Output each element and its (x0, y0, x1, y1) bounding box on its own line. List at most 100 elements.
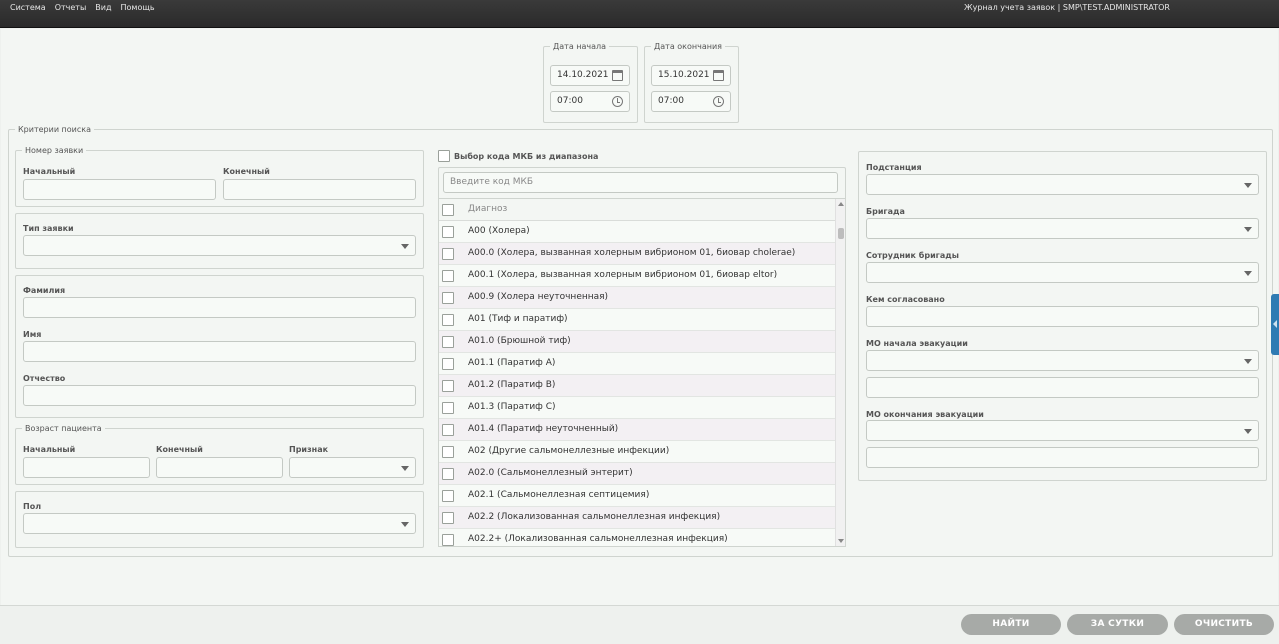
date-start-input[interactable]: 14.10.2021 (550, 65, 630, 86)
mkb-scrollbar[interactable] (835, 199, 845, 546)
age-sign-label: Признак (289, 445, 329, 454)
brigade-select[interactable] (866, 218, 1259, 239)
date-end-value: 15.10.2021 (658, 70, 710, 80)
mkb-row-checkbox[interactable] (442, 358, 454, 370)
side-panel-toggle[interactable] (1271, 294, 1279, 355)
mkb-row-checkbox[interactable] (442, 534, 454, 546)
time-start-input[interactable]: 07:00 (550, 91, 630, 112)
mkb-range-label: Выбор кода МКБ из диапазона (454, 152, 599, 161)
menu-item-view[interactable]: Вид (95, 3, 111, 12)
scroll-thumb[interactable] (838, 228, 844, 239)
mkb-header-diagnosis: Диагноз (468, 204, 508, 214)
evac-end-select[interactable] (866, 420, 1259, 441)
mkb-search-input[interactable]: Введите код МКБ (443, 172, 838, 193)
mkb-row-checkbox[interactable] (442, 314, 454, 326)
menu-item-reports[interactable]: Отчеты (55, 3, 87, 12)
calendar-icon[interactable] (713, 70, 724, 81)
mkb-row-label: A00.9 (Холера неуточненная) (468, 292, 609, 302)
mkb-row[interactable]: A00 (Холера) (439, 221, 835, 243)
mkb-row-checkbox[interactable] (442, 446, 454, 458)
find-button[interactable]: НАЙТИ (961, 614, 1061, 635)
menu-item-system[interactable]: Система (10, 3, 46, 12)
mkb-row-checkbox[interactable] (442, 424, 454, 436)
lastname-label: Фамилия (23, 286, 66, 295)
order-number-start-input[interactable] (23, 179, 216, 200)
order-number-start-label: Начальный (23, 167, 76, 176)
last-day-button[interactable]: ЗА СУТКИ (1067, 614, 1168, 635)
mkb-row[interactable]: A01.3 (Паратиф C) (439, 397, 835, 419)
date-end-input[interactable]: 15.10.2021 (651, 65, 731, 86)
time-end-value: 07:00 (658, 96, 684, 106)
scroll-up-arrow-icon[interactable] (838, 202, 844, 206)
mkb-row-checkbox[interactable] (442, 270, 454, 282)
mkb-row[interactable]: A02 (Другие сальмонеллезные инфекции) (439, 441, 835, 463)
mkb-row-label: A02.2+ (Локализованная сальмонеллезная и… (468, 534, 728, 544)
brigade-employee-label: Сотрудник бригады (866, 251, 959, 260)
order-type-select[interactable] (23, 235, 416, 256)
clock-icon[interactable] (713, 96, 724, 107)
mkb-row-label: A01.1 (Паратиф A) (468, 358, 556, 368)
clear-button[interactable]: ОЧИСТИТЬ (1174, 614, 1274, 635)
age-sign-select[interactable] (289, 457, 416, 478)
mkb-row-label: A00.1 (Холера, вызванная холерным вибрио… (468, 270, 778, 280)
mkb-row[interactable]: A01.0 (Брюшной тиф) (439, 331, 835, 353)
mkb-row-label: A02.0 (Сальмонеллезный энтерит) (468, 468, 633, 478)
mkb-row[interactable]: A01.4 (Паратиф неуточненный) (439, 419, 835, 441)
menu-item-help[interactable]: Помощь (121, 3, 155, 12)
calendar-icon[interactable] (612, 70, 623, 81)
lastname-input[interactable] (23, 297, 416, 318)
mkb-row-checkbox[interactable] (442, 468, 454, 480)
patronymic-label: Отчество (23, 374, 66, 383)
mkb-row-checkbox[interactable] (442, 336, 454, 348)
mkb-row[interactable]: A00.0 (Холера, вызванная холерным вибрио… (439, 243, 835, 265)
chevron-left-icon (1273, 320, 1277, 328)
firstname-input[interactable] (23, 341, 416, 362)
evac-start-input[interactable] (866, 377, 1259, 398)
mkb-row-checkbox[interactable] (442, 402, 454, 414)
mkb-list-header: Диагноз (439, 199, 835, 221)
mkb-row[interactable]: A01.1 (Паратиф A) (439, 353, 835, 375)
mkb-row[interactable]: A01.2 (Паратиф B) (439, 375, 835, 397)
mkb-row[interactable]: A02.0 (Сальмонеллезный энтерит) (439, 463, 835, 485)
approved-by-input[interactable] (866, 306, 1259, 327)
mkb-row-checkbox[interactable] (442, 248, 454, 260)
mkb-row-checkbox[interactable] (442, 490, 454, 502)
mkb-row[interactable]: A02.2 (Локализованная сальмонеллезная ин… (439, 507, 835, 529)
mkb-row-checkbox[interactable] (442, 512, 454, 524)
mkb-row[interactable]: A02.1 (Сальмонеллезная септицемия) (439, 485, 835, 507)
mkb-row-label: A01.2 (Паратиф B) (468, 380, 556, 390)
mkb-row[interactable]: A02.2+ (Локализованная сальмонеллезная и… (439, 529, 835, 546)
sex-select[interactable] (23, 513, 416, 534)
order-number-legend: Номер заявки (25, 146, 84, 155)
mkb-row-label: A02.2 (Локализованная сальмонеллезная ин… (468, 512, 721, 522)
order-number-end-input[interactable] (223, 179, 416, 200)
mkb-range-checkbox[interactable] (438, 150, 450, 162)
mkb-row-checkbox[interactable] (442, 292, 454, 304)
mkb-row[interactable]: A00.9 (Холера неуточненная) (439, 287, 835, 309)
evac-end-input[interactable] (866, 447, 1259, 468)
scroll-down-arrow-icon[interactable] (838, 539, 844, 543)
evac-start-label: МО начала эвакуации (866, 339, 968, 348)
brigade-employee-select[interactable] (866, 262, 1259, 283)
patronymic-input[interactable] (23, 385, 416, 406)
mkb-select-all-checkbox[interactable] (442, 204, 454, 216)
brigade-label: Бригада (866, 207, 905, 216)
clock-icon[interactable] (612, 96, 623, 107)
evac-start-select[interactable] (866, 350, 1259, 371)
mkb-row[interactable]: A01 (Тиф и паратиф) (439, 309, 835, 331)
age-end-input[interactable] (156, 457, 283, 478)
substation-select[interactable] (866, 174, 1259, 195)
chevron-down-icon (401, 244, 409, 249)
mkb-row-label: A01 (Тиф и паратиф) (468, 314, 568, 324)
order-type-label: Тип заявки (23, 224, 74, 233)
time-end-input[interactable]: 07:00 (651, 91, 731, 112)
mkb-row-checkbox[interactable] (442, 380, 454, 392)
mkb-row-checkbox[interactable] (442, 226, 454, 238)
age-end-label: Конечный (156, 445, 203, 454)
age-start-input[interactable] (23, 457, 150, 478)
mkb-row-label: A00.0 (Холера, вызванная холерным вибрио… (468, 248, 796, 258)
mkb-diagnosis-list: Диагноз A00 (Холера) A00.0 (Холера, вызва… (438, 198, 846, 547)
mkb-row[interactable]: A00.1 (Холера, вызванная холерным вибрио… (439, 265, 835, 287)
mkb-row-label: A01.4 (Паратиф неуточненный) (468, 424, 619, 434)
chevron-down-icon (401, 466, 409, 471)
